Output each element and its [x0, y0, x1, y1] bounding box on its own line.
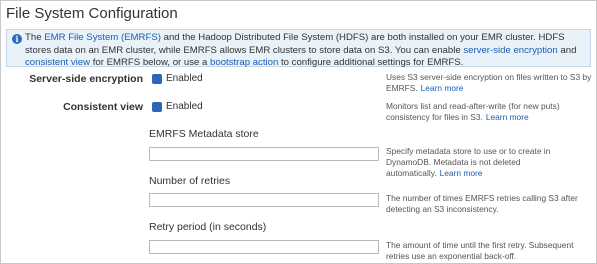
metadata-store-label: EMRFS Metadata store — [149, 128, 259, 140]
consistent-view-checkbox-label[interactable]: Enabled — [166, 101, 203, 112]
consistent-view-help-text: Monitors list and read-after-write (for … — [386, 101, 560, 122]
sse-help: Uses S3 server-side encryption on files … — [386, 72, 596, 94]
sse-help-text: Uses S3 server-side encryption on files … — [386, 72, 592, 93]
info-text: to configure additional settings for EMR… — [278, 57, 464, 68]
sse-learn-more-link[interactable]: Learn more — [421, 83, 464, 93]
sse-checkbox[interactable] — [152, 74, 162, 84]
server-side-encryption-link[interactable]: server-side encryption — [463, 45, 557, 56]
consistent-view-label: Consistent view — [63, 101, 143, 113]
info-text: and — [557, 44, 577, 56]
info-text: for EMRFS below, or use a — [90, 57, 211, 68]
retry-period-label: Retry period (in seconds) — [149, 221, 267, 233]
sse-label: Server-side encryption — [29, 73, 143, 85]
emrfs-link[interactable]: EMR File System (EMRFS) — [44, 32, 161, 43]
consistent-view-checkbox[interactable] — [152, 102, 162, 112]
retry-period-help: The amount of time until the first retry… — [386, 240, 574, 261]
metadata-store-input[interactable] — [149, 147, 379, 161]
metadata-store-learn-more-link[interactable]: Learn more — [440, 168, 483, 178]
retries-help: The number of times EMRFS retries callin… — [386, 193, 578, 214]
metadata-store-help: Specify metadata store to use or to crea… — [386, 146, 596, 179]
bootstrap-action-link[interactable]: bootstrap action — [210, 57, 278, 68]
consistent-view-learn-more-link[interactable]: Learn more — [486, 112, 529, 122]
info-text: The — [25, 32, 45, 43]
retries-input[interactable] — [149, 193, 379, 207]
sse-checkbox-label[interactable]: Enabled — [166, 73, 203, 84]
page-title: File System Configuration — [6, 5, 178, 22]
info-box: i The EMR File System (EMRFS) and the Ha… — [6, 29, 591, 68]
retries-label: Number of retries — [149, 175, 231, 187]
consistent-view-help: Monitors list and read-after-write (for … — [386, 101, 596, 123]
retry-period-input[interactable] — [149, 240, 379, 254]
info-icon: i — [12, 34, 22, 44]
consistent-view-link[interactable]: consistent view — [25, 57, 90, 68]
